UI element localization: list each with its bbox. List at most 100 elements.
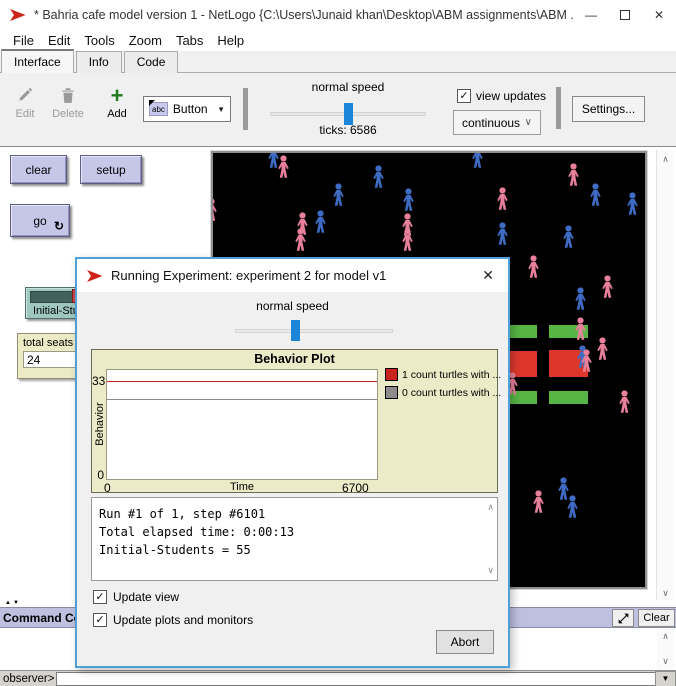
update-view-checkbox[interactable]: ✓ Update view bbox=[93, 590, 179, 604]
scroll-down-icon[interactable]: ∨ bbox=[657, 588, 674, 599]
person-turtle-pink bbox=[532, 490, 545, 514]
person-turtle-blue bbox=[332, 183, 345, 207]
vertical-scrollbar[interactable]: ∧ ∨ bbox=[656, 150, 674, 607]
command-input[interactable] bbox=[56, 672, 655, 686]
person-turtle-blue bbox=[402, 188, 415, 212]
person-turtle-blue bbox=[566, 495, 579, 519]
speed-slider-label: normal speed bbox=[268, 80, 428, 94]
dialog-close-button[interactable]: ✕ bbox=[468, 267, 508, 284]
menu-item[interactable]: Tabs bbox=[169, 31, 210, 50]
plot-legend: 1 count turtles with ... 0 count turtles … bbox=[385, 368, 501, 404]
person-turtle-pink bbox=[601, 275, 614, 299]
scroll-up-icon[interactable]: ∧ bbox=[657, 154, 674, 165]
view-updates-checkbox[interactable]: ✓ view updates bbox=[457, 89, 546, 103]
menu-item[interactable]: Zoom bbox=[122, 31, 169, 50]
y-axis-tick-max: 33 bbox=[92, 374, 104, 388]
command-line: observer> ▼ bbox=[0, 670, 676, 686]
person-turtle-blue bbox=[574, 287, 587, 311]
agent-type-dropdown[interactable]: ▼ bbox=[655, 671, 676, 686]
checkbox-check-icon: ✓ bbox=[93, 613, 107, 627]
monitor-value: 24 bbox=[23, 351, 83, 368]
expand-arrows-icon bbox=[617, 612, 630, 625]
person-turtle-blue bbox=[562, 225, 575, 249]
person-turtle-blue bbox=[626, 192, 639, 216]
dialog-speed-thumb[interactable] bbox=[291, 320, 300, 341]
settings-button[interactable]: Settings... bbox=[572, 96, 645, 122]
menu-item[interactable]: Tools bbox=[77, 31, 121, 50]
checkbox-check-icon: ✓ bbox=[457, 89, 471, 103]
plot-area bbox=[106, 369, 378, 480]
update-mode-dropdown[interactable]: continuous ∨ bbox=[453, 110, 541, 135]
y-axis-tick-min: 0 bbox=[92, 468, 104, 482]
menu-item[interactable]: Help bbox=[210, 31, 251, 50]
output-scrollbar[interactable]: ∧ ∨ bbox=[657, 629, 674, 669]
maximize-icon bbox=[620, 10, 630, 20]
abort-button[interactable]: Abort bbox=[436, 630, 494, 654]
plot-pen-line bbox=[107, 399, 377, 400]
chevron-down-icon: ▼ bbox=[217, 105, 225, 114]
plot-pen-line bbox=[107, 381, 377, 382]
tab-info[interactable]: Info bbox=[76, 51, 122, 73]
menu-item[interactable]: File bbox=[6, 31, 41, 50]
toolbar-separator bbox=[243, 88, 248, 130]
tab-strip: InterfaceInfoCode bbox=[0, 51, 676, 73]
dialog-title: Running Experiment: experiment 2 for mod… bbox=[111, 268, 386, 283]
update-plots-checkbox[interactable]: ✓ Update plots and monitors bbox=[93, 613, 253, 627]
title-bar: * Bahria cafe model version 1 - NetLogo … bbox=[0, 0, 676, 30]
log-line: Run #1 of 1, step #6101 bbox=[99, 505, 477, 523]
maximize-button[interactable] bbox=[608, 0, 642, 30]
log-line: Initial-Students = 55 bbox=[99, 541, 477, 559]
tab-interface[interactable]: Interface bbox=[1, 49, 74, 73]
log-line: Total elapsed time: 0:00:13 bbox=[99, 523, 477, 541]
dialog-speed-label: normal speed bbox=[77, 299, 508, 313]
legend-swatch bbox=[385, 368, 398, 381]
chevron-down-icon: ∨ bbox=[525, 117, 532, 128]
person-turtle-blue bbox=[471, 151, 484, 169]
seat-patch bbox=[510, 325, 537, 338]
expand-button[interactable] bbox=[612, 609, 634, 627]
scroll-up-icon[interactable]: ∧ bbox=[487, 502, 494, 513]
tab-code[interactable]: Code bbox=[124, 51, 179, 73]
close-button[interactable]: ✕ bbox=[642, 0, 676, 30]
ticks-counter: ticks: 6586 bbox=[268, 123, 428, 137]
speed-slider-thumb[interactable] bbox=[344, 103, 353, 125]
scroll-down-icon[interactable]: ∨ bbox=[657, 656, 674, 667]
person-turtle-pink bbox=[596, 337, 609, 361]
edit-button[interactable]: Edit bbox=[10, 86, 40, 120]
person-turtle-blue bbox=[496, 222, 509, 246]
toolbar: Edit Delete + Add abc Button ▼ normal sp… bbox=[0, 73, 676, 147]
running-experiment-dialog: Running Experiment: experiment 2 for mod… bbox=[75, 257, 510, 668]
window-title: * Bahria cafe model version 1 - NetLogo … bbox=[34, 8, 574, 22]
dialog-title-bar: Running Experiment: experiment 2 for mod… bbox=[77, 259, 508, 292]
clear-button[interactable]: clear bbox=[10, 155, 67, 184]
add-button[interactable]: + Add bbox=[102, 86, 132, 120]
menu-item[interactable]: Edit bbox=[41, 31, 77, 50]
person-turtle-pink bbox=[496, 187, 509, 211]
scroll-up-icon[interactable]: ∧ bbox=[657, 631, 674, 642]
widget-type-dropdown[interactable]: abc Button ▼ bbox=[143, 96, 231, 122]
forever-icon: ↻ bbox=[54, 219, 64, 233]
clear-output-button[interactable]: Clear bbox=[638, 609, 675, 627]
legend-swatch bbox=[385, 386, 398, 399]
pencil-icon bbox=[16, 86, 34, 104]
experiment-log: Run #1 of 1, step #6101Total elapsed tim… bbox=[91, 497, 498, 581]
legend-item: 1 count turtles with ... bbox=[385, 368, 501, 381]
speed-slider-track[interactable] bbox=[270, 112, 426, 116]
delete-button[interactable]: Delete bbox=[48, 86, 88, 120]
person-turtle-pink bbox=[580, 349, 593, 373]
netlogo-window: * Bahria cafe model version 1 - NetLogo … bbox=[0, 0, 676, 686]
scroll-down-icon[interactable]: ∨ bbox=[487, 565, 494, 576]
person-turtle-pink bbox=[574, 317, 587, 341]
minimize-button[interactable]: — bbox=[574, 0, 608, 30]
person-turtle-pink bbox=[294, 228, 307, 252]
setup-button[interactable]: setup bbox=[80, 155, 142, 184]
plot-title: Behavior Plot bbox=[92, 352, 497, 366]
person-turtle-blue bbox=[267, 151, 280, 169]
person-turtle-blue bbox=[589, 183, 602, 207]
seat-patch bbox=[549, 391, 588, 404]
go-button[interactable]: go ↻ bbox=[10, 204, 70, 237]
person-turtle-pink bbox=[401, 228, 414, 252]
legend-item: 0 count turtles with ... bbox=[385, 386, 501, 399]
dialog-speed-track[interactable] bbox=[235, 329, 393, 333]
person-turtle-pink bbox=[527, 255, 540, 279]
